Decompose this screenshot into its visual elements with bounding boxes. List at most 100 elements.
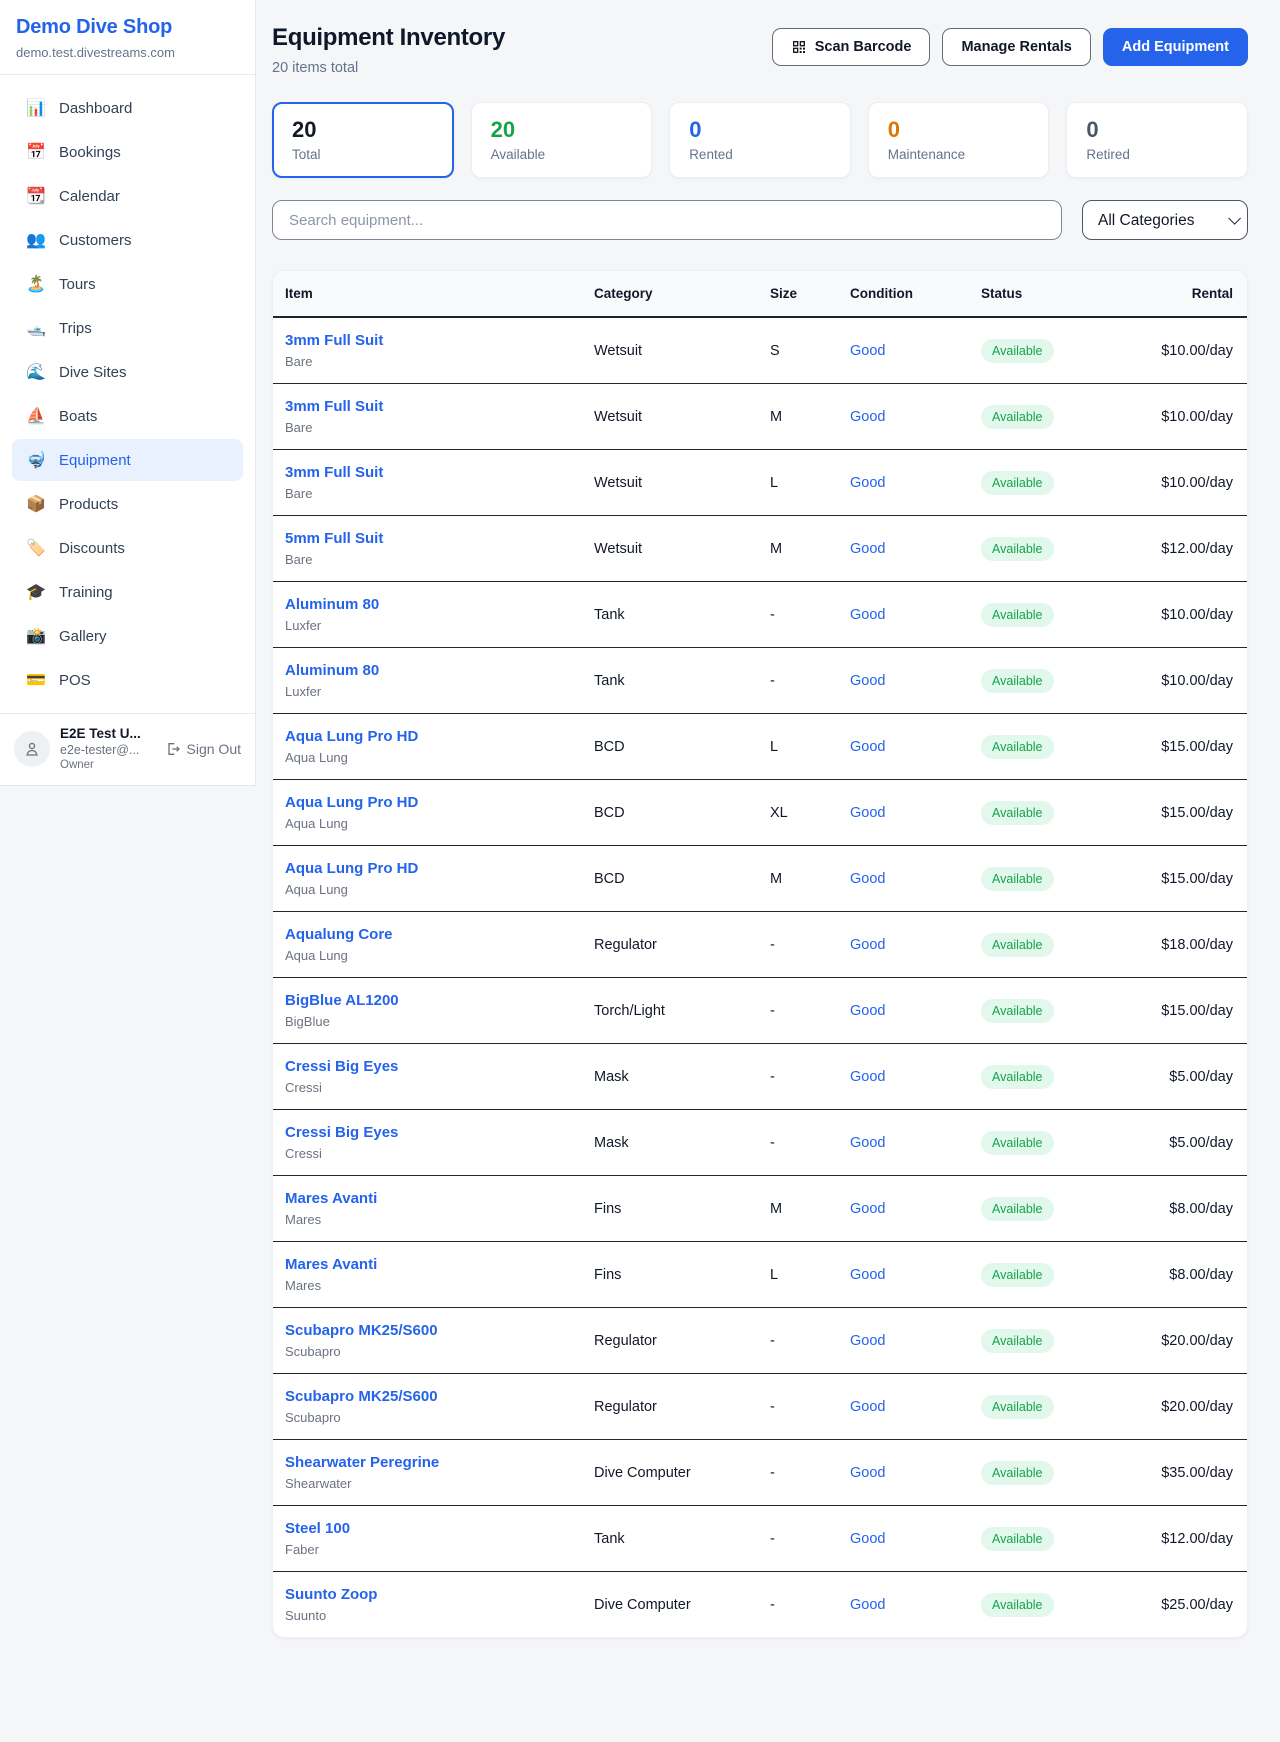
item-name-link[interactable]: Shearwater Peregrine [285, 1454, 570, 1471]
sidebar-item-label: Products [59, 496, 118, 513]
item-brand: Scubapro [285, 1410, 570, 1425]
item-name-link[interactable]: Aqua Lung Pro HD [285, 794, 570, 811]
item-name-link[interactable]: Scubapro MK25/S600 [285, 1322, 570, 1339]
condition-link[interactable]: Good [850, 1201, 885, 1217]
category-select[interactable]: All Categories [1082, 200, 1248, 240]
condition-link[interactable]: Good [850, 1069, 885, 1085]
equipment-table: Item Category Size Condition Status Rent… [273, 271, 1248, 1637]
condition-link[interactable]: Good [850, 871, 885, 887]
item-name-link[interactable]: Suunto Zoop [285, 1586, 570, 1603]
item-name-link[interactable]: Aqualung Core [285, 926, 570, 943]
item-size: - [758, 978, 838, 1044]
item-size: - [758, 1572, 838, 1638]
rental-rate: $8.00/day [1119, 1242, 1248, 1308]
rental-rate: $12.00/day [1119, 516, 1248, 582]
item-brand: Mares [285, 1212, 570, 1227]
item-category: Regulator [582, 912, 758, 978]
item-name-link[interactable]: Scubapro MK25/S600 [285, 1388, 570, 1405]
stat-card-maintenance[interactable]: 0Maintenance [868, 102, 1050, 178]
condition-link[interactable]: Good [850, 805, 885, 821]
rental-rate: $25.00/day [1119, 1572, 1248, 1638]
table-header-row: Item Category Size Condition Status Rent… [273, 271, 1248, 317]
rental-rate: $10.00/day [1119, 317, 1248, 384]
stat-label: Rented [689, 147, 831, 162]
sidebar-item-equipment[interactable]: 🤿Equipment [12, 439, 243, 481]
condition-link[interactable]: Good [850, 607, 885, 623]
condition-link[interactable]: Good [850, 1399, 885, 1415]
condition-link[interactable]: Good [850, 1135, 885, 1151]
item-name-link[interactable]: Mares Avanti [285, 1256, 570, 1273]
sign-out-button[interactable]: Sign Out [165, 741, 241, 757]
sidebar-item-label: Discounts [59, 540, 125, 557]
add-equipment-button[interactable]: Add Equipment [1103, 28, 1248, 66]
stat-card-available[interactable]: 20Available [471, 102, 653, 178]
rental-rate: $10.00/day [1119, 648, 1248, 714]
item-name-link[interactable]: Aluminum 80 [285, 596, 570, 613]
condition-link[interactable]: Good [850, 1465, 885, 1481]
item-name-link[interactable]: 3mm Full Suit [285, 398, 570, 415]
sidebar-item-bookings[interactable]: 📅Bookings [12, 131, 243, 173]
item-name-link[interactable]: Aqua Lung Pro HD [285, 728, 570, 745]
rental-rate: $35.00/day [1119, 1440, 1248, 1506]
condition-link[interactable]: Good [850, 1003, 885, 1019]
brand-name: Demo Dive Shop [16, 16, 239, 39]
sidebar-item-dive-sites[interactable]: 🌊Dive Sites [12, 351, 243, 393]
item-name-link[interactable]: Steel 100 [285, 1520, 570, 1537]
item-category: Torch/Light [582, 978, 758, 1044]
sidebar-item-dashboard[interactable]: 📊Dashboard [12, 87, 243, 129]
item-category: Mask [582, 1110, 758, 1176]
stat-card-total[interactable]: 20Total [272, 102, 454, 178]
item-name-link[interactable]: Cressi Big Eyes [285, 1058, 570, 1075]
item-category: Wetsuit [582, 317, 758, 384]
condition-link[interactable]: Good [850, 1333, 885, 1349]
item-name-link[interactable]: 5mm Full Suit [285, 530, 570, 547]
status-badge: Available [981, 999, 1054, 1023]
status-badge: Available [981, 1395, 1054, 1419]
item-name-link[interactable]: Cressi Big Eyes [285, 1124, 570, 1141]
condition-link[interactable]: Good [850, 1531, 885, 1547]
sidebar-item-gallery[interactable]: 📸Gallery [12, 615, 243, 657]
condition-link[interactable]: Good [850, 343, 885, 359]
condition-link[interactable]: Good [850, 937, 885, 953]
avatar [14, 731, 50, 767]
sidebar-item-training[interactable]: 🎓Training [12, 571, 243, 613]
item-name-link[interactable]: Mares Avanti [285, 1190, 570, 1207]
sidebar-item-trips[interactable]: 🛥️Trips [12, 307, 243, 349]
user-email: e2e-tester@... [60, 743, 155, 757]
sidebar-item-pos[interactable]: 💳POS [12, 659, 243, 701]
item-name-link[interactable]: 3mm Full Suit [285, 464, 570, 481]
sidebar-item-products[interactable]: 📦Products [12, 483, 243, 525]
scan-barcode-button[interactable]: Scan Barcode [772, 28, 931, 66]
logout-icon [165, 741, 181, 757]
item-name-link[interactable]: Aluminum 80 [285, 662, 570, 679]
condition-link[interactable]: Good [850, 1597, 885, 1613]
status-badge: Available [981, 339, 1054, 363]
stat-card-rented[interactable]: 0Rented [669, 102, 851, 178]
manage-rentals-button[interactable]: Manage Rentals [942, 28, 1090, 66]
item-brand: Cressi [285, 1146, 570, 1161]
condition-link[interactable]: Good [850, 739, 885, 755]
item-name-link[interactable]: BigBlue AL1200 [285, 992, 570, 1009]
user-info: E2E Test U... e2e-tester@... Owner [60, 726, 155, 771]
sidebar-item-customers[interactable]: 👥Customers [12, 219, 243, 261]
item-name-link[interactable]: Aqua Lung Pro HD [285, 860, 570, 877]
rental-rate: $20.00/day [1119, 1374, 1248, 1440]
condition-link[interactable]: Good [850, 475, 885, 491]
item-brand: Luxfer [285, 618, 570, 633]
sidebar-item-label: Bookings [59, 144, 121, 161]
condition-link[interactable]: Good [850, 673, 885, 689]
item-category: Tank [582, 648, 758, 714]
item-name-link[interactable]: 3mm Full Suit [285, 332, 570, 349]
condition-link[interactable]: Good [850, 541, 885, 557]
stat-card-retired[interactable]: 0Retired [1066, 102, 1248, 178]
condition-link[interactable]: Good [850, 409, 885, 425]
sidebar-item-boats[interactable]: ⛵Boats [12, 395, 243, 437]
sidebar-item-tours[interactable]: 🏝️Tours [12, 263, 243, 305]
rental-rate: $15.00/day [1119, 714, 1248, 780]
search-input[interactable] [272, 200, 1062, 240]
rental-rate: $15.00/day [1119, 978, 1248, 1044]
sidebar-item-discounts[interactable]: 🏷️Discounts [12, 527, 243, 569]
condition-link[interactable]: Good [850, 1267, 885, 1283]
table-body: 3mm Full SuitBareWetsuitSGoodAvailable$1… [273, 317, 1248, 1637]
sidebar-item-calendar[interactable]: 📆Calendar [12, 175, 243, 217]
